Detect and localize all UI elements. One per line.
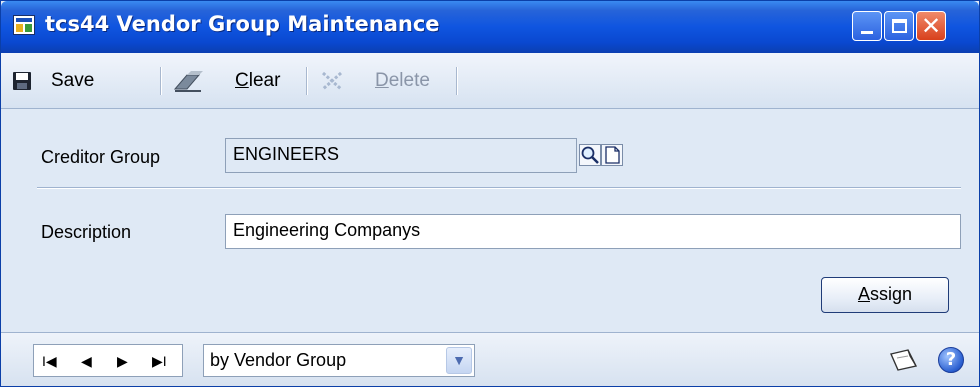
chevron-down-icon[interactable]: ▼ bbox=[446, 347, 472, 374]
delete-icon bbox=[322, 71, 342, 91]
window-app-icon bbox=[13, 15, 35, 35]
new-document-icon[interactable] bbox=[601, 144, 623, 166]
creditor-group-field[interactable]: ENGINEERS bbox=[225, 138, 577, 173]
delete-label-mnemonic: D bbox=[375, 70, 389, 91]
description-field[interactable]: Engineering Companys bbox=[225, 214, 961, 249]
section-divider bbox=[37, 187, 961, 189]
previous-record-button[interactable]: ◀ bbox=[81, 352, 92, 370]
assign-button[interactable]: Assign bbox=[821, 277, 949, 313]
help-icon[interactable]: ? bbox=[938, 347, 964, 373]
assign-label-mnemonic: A bbox=[857, 284, 870, 304]
delete-button[interactable]: Delete bbox=[375, 69, 430, 93]
window-title: tcs44 Vendor Group Maintenance bbox=[45, 12, 440, 36]
save-button[interactable]: Save bbox=[51, 69, 94, 93]
record-navigator: I◀ ◀ ▶ ▶I bbox=[33, 344, 183, 377]
description-label: Description bbox=[41, 222, 132, 242]
sort-order-value: by Vendor Group bbox=[210, 350, 347, 370]
sort-order-dropdown[interactable]: by Vendor Group ▼ bbox=[203, 344, 475, 377]
maximize-icon bbox=[892, 19, 907, 33]
form-area: Creditor Group ENGINEERS Description Eng… bbox=[1, 110, 979, 332]
eraser-icon[interactable] bbox=[173, 69, 205, 93]
minimize-button[interactable] bbox=[852, 11, 882, 41]
next-record-button[interactable]: ▶ bbox=[117, 352, 128, 370]
clear-button[interactable]: Clear bbox=[235, 69, 280, 93]
maximize-button[interactable] bbox=[884, 11, 914, 41]
toolbar-separator bbox=[160, 67, 162, 95]
close-button[interactable]: ✕ bbox=[916, 11, 946, 41]
assign-label: ssign bbox=[869, 284, 913, 304]
minimize-icon bbox=[861, 31, 873, 34]
lookup-icon[interactable] bbox=[579, 144, 601, 166]
delete-label: elete bbox=[388, 70, 430, 91]
status-bar: I◀ ◀ ▶ ▶I by Vendor Group ▼ ? bbox=[1, 332, 979, 386]
title-bar[interactable]: tcs44 Vendor Group Maintenance ✕ bbox=[1, 1, 979, 53]
first-record-button[interactable]: I◀ bbox=[42, 352, 57, 370]
toolbar-separator bbox=[456, 67, 458, 95]
close-icon: ✕ bbox=[920, 12, 942, 40]
clear-label: lear bbox=[248, 70, 281, 91]
vendor-group-window: tcs44 Vendor Group Maintenance ✕ Save Cl… bbox=[0, 0, 980, 387]
save-label: Save bbox=[51, 70, 95, 91]
last-record-button[interactable]: ▶I bbox=[152, 352, 167, 370]
creditor-group-label: Creditor Group bbox=[41, 147, 161, 167]
save-icon[interactable] bbox=[13, 72, 31, 90]
toolbar: Save Clear Delete bbox=[1, 53, 979, 109]
note-icon[interactable] bbox=[888, 346, 920, 374]
toolbar-separator bbox=[306, 67, 308, 95]
clear-label-mnemonic: C bbox=[235, 70, 249, 91]
